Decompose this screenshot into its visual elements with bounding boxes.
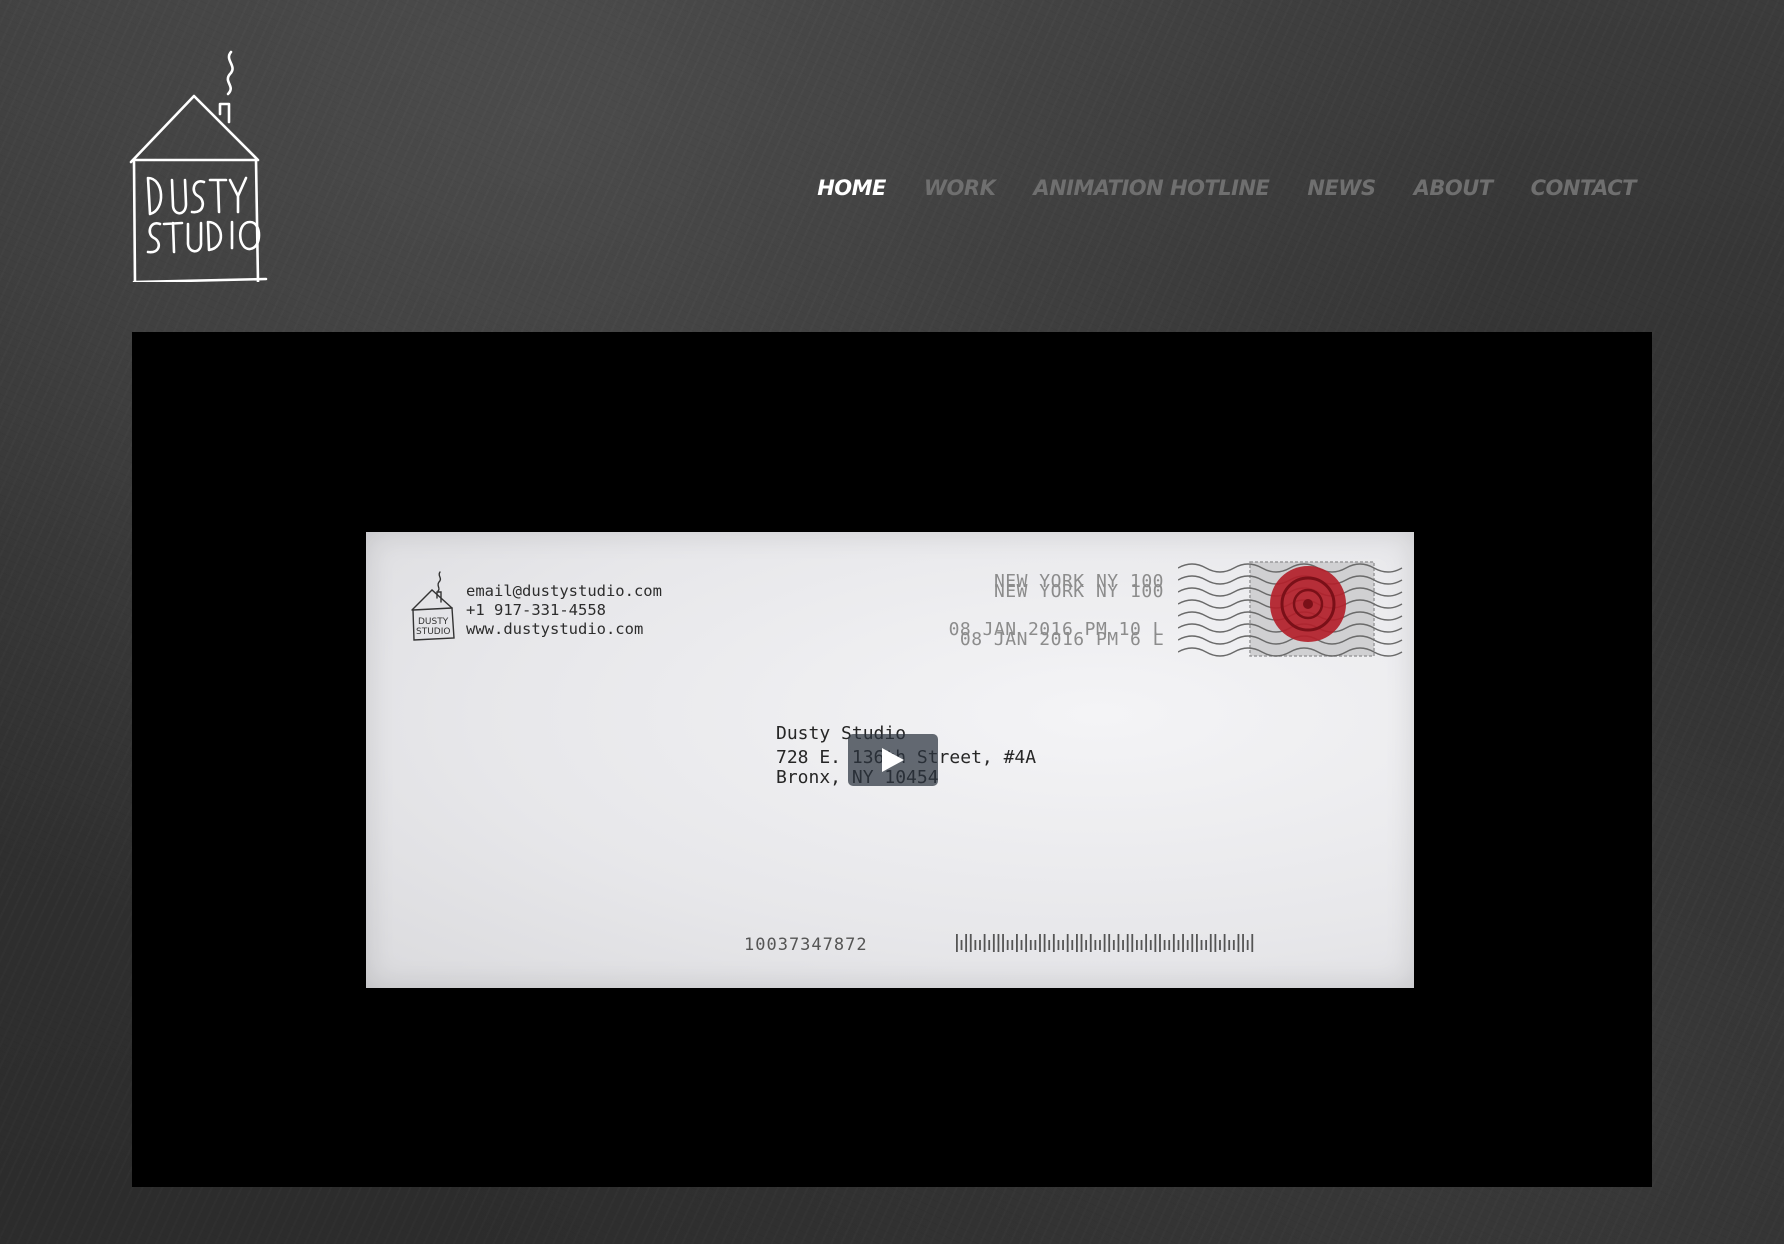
play-button[interactable] [848, 734, 938, 786]
postmark-city-2: NEW YORK NY 100 [993, 581, 1164, 602]
return-email: email@dustystudio.com [466, 582, 662, 600]
play-icon [882, 748, 904, 772]
postmark-date-2: 08 JAN 2016 PM 6 L [959, 629, 1164, 650]
postage-stamp [1178, 554, 1408, 664]
return-address: email@dustystudio.com +1 917-331-4558 ww… [466, 582, 662, 639]
house-logo-icon [129, 50, 268, 282]
postal-barcode-icon [956, 932, 1256, 954]
nav-animation-hotline[interactable]: ANIMATION HOTLINE [1033, 176, 1270, 200]
svg-text:STUDIO: STUDIO [416, 627, 450, 637]
nav-about[interactable]: ABOUT [1414, 176, 1494, 200]
nav-contact[interactable]: CONTACT [1531, 176, 1637, 200]
site-logo[interactable] [128, 46, 284, 282]
tracking-number: 10037347872 [744, 935, 868, 955]
main-nav: HOME WORK ANIMATION HOTLINE NEWS ABOUT C… [817, 176, 1636, 200]
nav-news[interactable]: NEWS [1307, 176, 1376, 200]
envelope-logo-icon: DUSTY STUDIO [410, 570, 456, 642]
postmark: NEW YORK NY 100 NEW YORK NY 100 08 JAN 2… [949, 572, 1164, 650]
nav-work[interactable]: WORK [924, 176, 996, 200]
nav-home[interactable]: HOME [817, 176, 886, 200]
svg-text:DUSTY: DUSTY [418, 617, 449, 627]
video-player[interactable]: DUSTY STUDIO email@dustystudio.com +1 91… [132, 332, 1652, 1187]
return-website: www.dustystudio.com [466, 620, 644, 638]
return-phone: +1 917-331-4558 [466, 601, 606, 619]
